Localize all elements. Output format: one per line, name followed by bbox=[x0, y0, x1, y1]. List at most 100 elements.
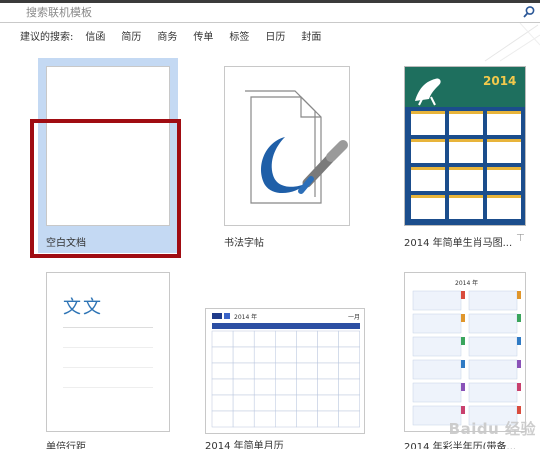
day-cell bbox=[275, 362, 297, 380]
svg-text:2014 年: 2014 年 bbox=[455, 279, 478, 287]
day-cell bbox=[296, 410, 318, 428]
day-cell bbox=[211, 346, 234, 364]
monthly-calendar-thumbnail[interactable]: 2014 年 一月 bbox=[205, 308, 365, 434]
halfyear-calendar-illustration: 2014 年 bbox=[412, 279, 521, 426]
month-block bbox=[411, 167, 445, 191]
month-block bbox=[412, 359, 462, 380]
suggestion-labels[interactable]: 标签 bbox=[229, 28, 249, 43]
day-cell bbox=[253, 394, 276, 412]
month-tab bbox=[517, 314, 521, 322]
day-cell bbox=[338, 330, 360, 348]
month-block bbox=[468, 382, 518, 403]
day-cell bbox=[253, 330, 276, 348]
horse-calendar-thumbnail[interactable]: 2014 bbox=[404, 66, 526, 226]
day-cell bbox=[275, 330, 297, 348]
day-cell bbox=[232, 346, 255, 364]
month-block bbox=[487, 111, 521, 135]
day-cell bbox=[317, 410, 339, 428]
month-tab bbox=[461, 360, 465, 368]
suggestion-business[interactable]: 商务 bbox=[157, 28, 177, 43]
day-cell bbox=[232, 410, 255, 428]
pin-icon[interactable]: ⊤ bbox=[516, 233, 525, 244]
day-cell bbox=[317, 346, 339, 364]
day-cell bbox=[253, 410, 276, 428]
preview-heading: 文文 bbox=[63, 297, 103, 318]
month-tab bbox=[461, 314, 465, 322]
suggestion-covers[interactable]: 封面 bbox=[301, 28, 321, 43]
day-cell bbox=[338, 394, 360, 412]
day-cell bbox=[211, 410, 234, 428]
month-block-header bbox=[487, 139, 521, 142]
month-block bbox=[487, 139, 521, 163]
day-cell bbox=[232, 330, 255, 348]
search-icon[interactable] bbox=[522, 5, 536, 19]
day-cell bbox=[232, 378, 255, 396]
day-cell bbox=[338, 410, 360, 428]
month-tab bbox=[517, 360, 521, 368]
month-block bbox=[449, 111, 483, 135]
month-block-header bbox=[411, 111, 445, 114]
day-cell bbox=[211, 378, 234, 396]
day-cell bbox=[275, 410, 297, 428]
day-cell bbox=[296, 394, 318, 412]
search-input[interactable] bbox=[26, 4, 506, 20]
month-block-header bbox=[449, 195, 483, 198]
month-tab bbox=[461, 337, 465, 345]
month-block-header bbox=[449, 139, 483, 142]
template-single-spacing[interactable]: 文文 单倍行距 bbox=[38, 268, 178, 449]
halfyear-calendar-thumbnail[interactable]: 2014 年 bbox=[404, 272, 526, 432]
template-name: 2014 年彩半年历(带备... bbox=[404, 442, 517, 449]
day-cell bbox=[253, 346, 276, 364]
month-block bbox=[449, 167, 483, 191]
day-cell bbox=[275, 346, 297, 364]
month-block bbox=[468, 290, 518, 311]
month-block-header bbox=[449, 167, 483, 170]
month-tab bbox=[461, 291, 465, 299]
template-calligraphy[interactable]: 书法字帖 bbox=[222, 58, 362, 253]
month-tab bbox=[517, 337, 521, 345]
search-bar bbox=[0, 3, 540, 23]
single-spacing-thumbnail[interactable]: 文文 bbox=[46, 272, 170, 432]
template-name: 书法字帖 bbox=[224, 238, 264, 249]
month-block-header bbox=[411, 167, 445, 170]
month-tab bbox=[517, 406, 521, 414]
suggestion-flyers[interactable]: 传单 bbox=[193, 28, 213, 43]
day-cell bbox=[232, 394, 255, 412]
monthly-calendar-illustration: 2014 年 一月 bbox=[211, 313, 360, 428]
template-name: 2014 年简单生肖马图... bbox=[404, 238, 513, 249]
day-cell bbox=[253, 362, 276, 380]
suggested-searches-label: 建议的搜索: bbox=[20, 31, 74, 43]
month-block-header bbox=[449, 111, 483, 114]
highlight-annotation bbox=[30, 119, 181, 258]
day-cell bbox=[317, 378, 339, 396]
month-block-header bbox=[487, 111, 521, 114]
month-block bbox=[449, 139, 483, 163]
day-cell bbox=[211, 394, 234, 412]
template-monthly-calendar[interactable]: 2014 年 一月 2014 年简单月历 bbox=[205, 300, 365, 449]
month-block bbox=[412, 382, 462, 403]
day-cell bbox=[296, 362, 318, 380]
day-cell bbox=[253, 378, 276, 396]
calligraphy-thumbnail[interactable] bbox=[224, 66, 350, 226]
template-name: 单倍行距 bbox=[46, 442, 86, 449]
day-cell bbox=[317, 330, 339, 348]
day-cell bbox=[296, 346, 318, 364]
suggestion-calendars[interactable]: 日历 bbox=[265, 28, 285, 43]
month-block bbox=[412, 290, 462, 311]
month-tab bbox=[461, 406, 465, 414]
month-block bbox=[411, 195, 445, 219]
month-tab bbox=[461, 383, 465, 391]
month-block-header bbox=[411, 195, 445, 198]
suggestion-letters[interactable]: 信函 bbox=[85, 28, 105, 43]
month-block bbox=[468, 359, 518, 380]
month-block-header bbox=[487, 195, 521, 198]
day-cell bbox=[317, 362, 339, 380]
template-horse-calendar[interactable]: 2014 2014 年简单生肖马图... ⊤ bbox=[404, 58, 530, 253]
suggestion-resume[interactable]: 简历 bbox=[121, 28, 141, 43]
day-cell bbox=[211, 362, 234, 380]
month-block bbox=[487, 195, 521, 219]
background-decoration bbox=[484, 23, 540, 62]
svg-text:一月: 一月 bbox=[348, 314, 360, 321]
day-cell bbox=[338, 378, 360, 396]
svg-text:2014 年: 2014 年 bbox=[234, 313, 257, 321]
